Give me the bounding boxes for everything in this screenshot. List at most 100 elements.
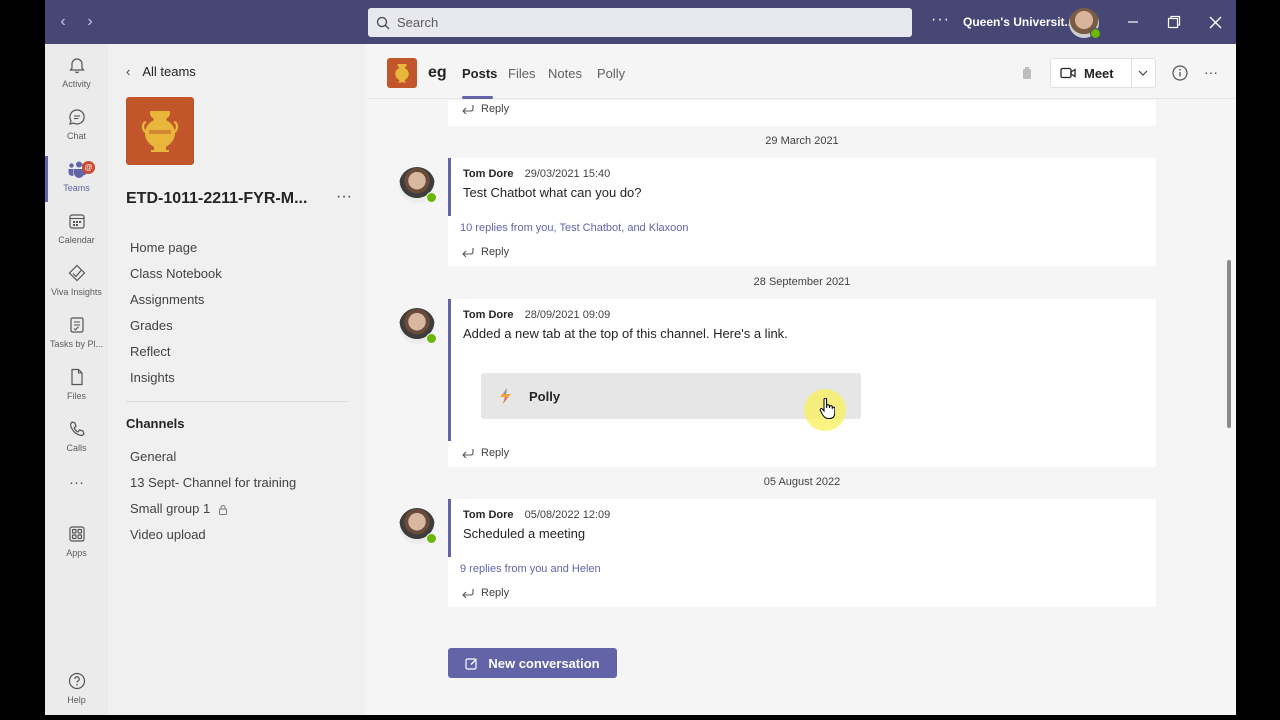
channel-video-upload[interactable]: Video upload — [130, 522, 296, 548]
author-name[interactable]: Tom Dore — [463, 168, 514, 180]
reply-arrow-icon — [462, 589, 474, 598]
tab-posts[interactable]: Posts — [462, 66, 497, 81]
vase-icon — [141, 111, 179, 152]
link-home-page[interactable]: Home page — [130, 235, 222, 261]
minimize-icon[interactable] — [1121, 10, 1145, 34]
rail-apps[interactable]: Apps — [45, 517, 108, 567]
more-options-icon[interactable]: ··· — [1200, 62, 1222, 82]
rail-label: Tasks by Pl... — [49, 339, 103, 349]
more-options-button[interactable]: ··· — [931, 11, 950, 29]
rail-label: Calendar — [58, 235, 95, 245]
message-meta: Tom Dore 28/09/2021 09:09 — [463, 309, 1144, 321]
back-arrow-icon[interactable]: ‹ — [53, 12, 73, 32]
rail-help[interactable]: Help — [45, 664, 108, 714]
channel-general[interactable]: General — [130, 444, 296, 470]
message-text: Test Chatbot what can you do? — [463, 185, 642, 200]
channel-list: General 13 Sept- Channel for training Sm… — [130, 444, 296, 548]
message-card: Reply — [448, 100, 1156, 126]
channel-label: General — [130, 449, 177, 464]
rail-chat[interactable]: Chat — [45, 100, 108, 150]
message-body: Tom Dore 28/09/2021 09:09 Added a new ta… — [448, 299, 1156, 441]
replies-summary[interactable]: 9 replies from you and Helen — [448, 563, 1156, 575]
reply-label: Reply — [481, 587, 510, 599]
reply-label: Reply — [481, 103, 510, 115]
author-avatar[interactable] — [399, 508, 437, 544]
link-class-notebook[interactable]: Class Notebook — [130, 261, 222, 287]
link-assignments[interactable]: Assignments — [130, 287, 222, 313]
rail-files[interactable]: Files — [45, 360, 108, 410]
channel-name: eg — [428, 64, 447, 81]
video-camera-icon — [1060, 67, 1076, 79]
profile-avatar[interactable] — [1069, 8, 1101, 39]
author-name[interactable]: Tom Dore — [463, 309, 514, 321]
info-icon[interactable] — [1171, 64, 1189, 82]
all-teams-label: All teams — [142, 64, 196, 79]
reply-arrow-icon — [462, 449, 474, 458]
close-icon[interactable] — [1203, 10, 1227, 34]
message-meta: Tom Dore 29/03/2021 15:40 — [463, 168, 1144, 180]
team-links: Home page Class Notebook Assignments Gra… — [130, 235, 222, 391]
file-icon — [66, 366, 88, 388]
tab-files[interactable]: Files — [508, 66, 535, 81]
meet-button[interactable]: Meet — [1050, 58, 1156, 88]
rail-label: Files — [66, 391, 86, 401]
rail-activity[interactable]: Activity — [45, 48, 108, 98]
rail-viva-insights[interactable]: Viva Insights — [45, 256, 108, 306]
meet-label: Meet — [1084, 65, 1114, 81]
tab-notes[interactable]: Notes — [548, 66, 582, 81]
channel-main: eg Posts Files Notes Polly Meet ··· Repl… — [368, 44, 1236, 715]
rail-calls[interactable]: Calls — [45, 412, 108, 462]
new-conversation-button[interactable]: New conversation — [448, 648, 617, 678]
message-card: Tom Dore 05/08/2022 12:09 Scheduled a me… — [448, 499, 1156, 607]
tasks-icon — [66, 314, 88, 336]
new-conversation-label: New conversation — [488, 655, 600, 671]
rail-more[interactable]: ··· — [45, 472, 108, 522]
rail-label: Activity — [62, 79, 91, 89]
rail-teams[interactable]: @ Teams — [45, 152, 108, 202]
date-separator: 28 September 2021 — [753, 276, 851, 288]
rail-calendar[interactable]: Calendar — [45, 204, 108, 254]
replies-summary[interactable]: 10 replies from you, Test Chatbot, and K… — [448, 222, 1156, 234]
link-card-title: Polly — [529, 388, 561, 404]
team-more-options-button[interactable]: ··· — [336, 188, 352, 206]
channel-small-group-1[interactable]: Small group 1 — [130, 496, 296, 522]
date-separator: 29 March 2021 — [765, 135, 839, 147]
apps-icon — [66, 523, 88, 545]
link-grades[interactable]: Grades — [130, 313, 222, 339]
reply-button[interactable]: Reply — [461, 587, 509, 599]
reply-button[interactable]: Reply — [461, 103, 509, 115]
message-card: Tom Dore 28/09/2021 09:09 Added a new ta… — [448, 299, 1156, 467]
reply-arrow-icon — [462, 248, 474, 257]
reply-button[interactable]: Reply — [461, 246, 509, 258]
search-icon — [376, 16, 390, 29]
rail-tasks[interactable]: Tasks by Pl... — [45, 308, 108, 358]
more-icon: ··· — [69, 474, 84, 491]
reply-button[interactable]: Reply — [461, 447, 509, 459]
restore-icon[interactable] — [1162, 10, 1186, 34]
timestamp: 05/08/2022 12:09 — [524, 509, 611, 521]
scrollbar-thumb[interactable] — [1227, 260, 1231, 428]
author-avatar[interactable] — [399, 167, 437, 203]
channel-13-sept[interactable]: 13 Sept- Channel for training — [130, 470, 296, 496]
vase-icon — [395, 64, 409, 83]
chevron-down-icon[interactable] — [1132, 70, 1156, 76]
forward-arrow-icon[interactable]: › — [80, 12, 100, 32]
link-reflect[interactable]: Reflect — [130, 339, 222, 365]
meet-now[interactable]: Meet — [1051, 59, 1132, 87]
message-text: Scheduled a meeting — [463, 526, 586, 541]
chevron-left-icon: ‹ — [126, 64, 131, 79]
channel-settings-icon[interactable] — [1019, 65, 1035, 81]
active-tab-indicator — [462, 96, 493, 99]
org-name[interactable]: Queen's Universit... — [963, 15, 1075, 29]
author-name[interactable]: Tom Dore — [463, 509, 514, 521]
message-card: Tom Dore 29/03/2021 15:40 Test Chatbot w… — [448, 158, 1156, 266]
all-teams-link[interactable]: ‹ All teams — [126, 64, 196, 79]
tab-polly[interactable]: Polly — [597, 66, 625, 81]
author-avatar[interactable] — [399, 308, 437, 344]
link-insights[interactable]: Insights — [130, 365, 222, 391]
search-placeholder: Search — [397, 15, 439, 30]
search-input[interactable]: Search — [368, 8, 912, 37]
calendar-icon — [66, 210, 88, 232]
rail-label: Chat — [66, 131, 86, 141]
message-text: Added a new tab at the top of this chann… — [463, 326, 788, 341]
